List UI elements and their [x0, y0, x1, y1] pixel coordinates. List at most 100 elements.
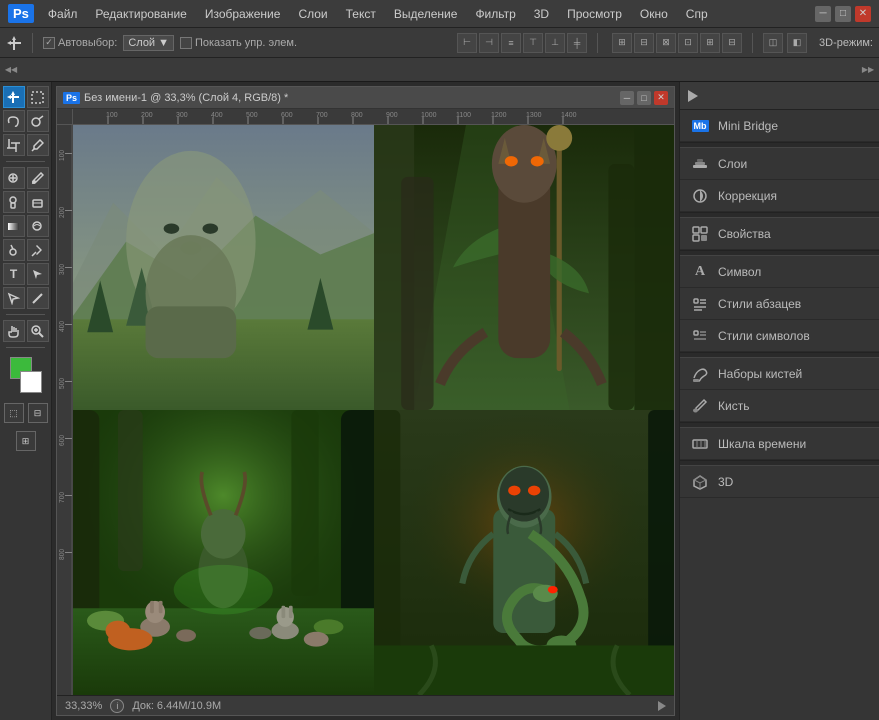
play-button[interactable] [658, 701, 666, 711]
menu-image[interactable]: Изображение [197, 4, 289, 24]
background-color[interactable] [20, 371, 42, 393]
minimize-button[interactable]: ─ [815, 6, 831, 22]
brush-label: Кисть [718, 399, 749, 413]
show-controls-checkbox[interactable] [180, 37, 192, 49]
dist-icon3[interactable]: ⊠ [656, 33, 676, 53]
dist-icon2[interactable]: ⊟ [634, 33, 654, 53]
doc-maximize-button[interactable]: □ [637, 91, 651, 105]
vertical-ruler-svg: 100 200 300 400 500 600 700 [57, 125, 73, 695]
extra-modes: ⬚ ⊟ [2, 399, 49, 423]
blur-tool[interactable] [27, 215, 49, 237]
status-info-icon[interactable]: i [110, 699, 124, 713]
zoom-tool[interactable] [27, 320, 49, 342]
panel-item-paragraph-styles[interactable]: Стили абзацев [680, 288, 879, 320]
eyedropper-tool[interactable] [27, 134, 49, 156]
panel-item-3d[interactable]: 3D [680, 466, 879, 498]
panel-item-properties[interactable]: Свойства [680, 218, 879, 250]
transform-icons: ⊢ ⊣ ≡ ⊤ ⊥ ╪ [457, 33, 587, 53]
align-center-icon[interactable]: ⊣ [479, 33, 499, 53]
close-button[interactable]: ✕ [855, 6, 871, 22]
dist-icon4[interactable]: ⊡ [678, 33, 698, 53]
menu-view[interactable]: Просмотр [559, 4, 630, 24]
title-bar: Ps Файл Редактирование Изображение Слои … [0, 0, 879, 28]
autoselect-checkbox[interactable]: ✓ [43, 37, 55, 49]
align-top-icon[interactable]: ⊤ [523, 33, 543, 53]
tree-creature-svg [374, 125, 675, 410]
quick-mask-icon[interactable]: ⬚ [4, 403, 24, 423]
mountain-giant-svg [73, 125, 374, 410]
menu-select[interactable]: Выделение [386, 4, 466, 24]
brush-presets-icon [690, 364, 710, 384]
panel-play-button[interactable] [688, 90, 698, 102]
divider2 [597, 33, 598, 53]
line-tool[interactable] [27, 287, 49, 309]
type-tool[interactable]: T [3, 263, 25, 285]
menu-text[interactable]: Текст [338, 4, 384, 24]
options-bar: ✓ Автовыбор: Слой ▼ Показать упр. элем. … [0, 28, 879, 58]
svg-text:500: 500 [59, 378, 66, 389]
ruler-row: 1002003004005006007008009001000110012001… [57, 109, 674, 125]
menu-help[interactable]: Спр [678, 4, 716, 24]
doc-minimize-button[interactable]: ─ [620, 91, 634, 105]
panel-item-symbol[interactable]: A Символ [680, 256, 879, 288]
panel-item-timeline[interactable]: Шкала времени [680, 428, 879, 460]
dist-icon5[interactable]: ⊞ [700, 33, 720, 53]
align-bottom-icon[interactable]: ╪ [567, 33, 587, 53]
dist-icon1[interactable]: ⊞ [612, 33, 632, 53]
3d-icon1[interactable]: ◫ [763, 33, 783, 53]
document-controls: ─ □ ✕ [620, 91, 668, 105]
svg-text:700: 700 [316, 112, 328, 119]
align-right-icon[interactable]: ≡ [501, 33, 521, 53]
menu-edit[interactable]: Редактирование [87, 4, 194, 24]
extra-mode-icon[interactable]: ⊞ [16, 431, 36, 451]
align-left-icon[interactable]: ⊢ [457, 33, 477, 53]
panel-item-correction[interactable]: Коррекция [680, 180, 879, 212]
left-toolbar: T [0, 82, 52, 720]
tool-row-1 [2, 86, 49, 108]
tool-row-2 [2, 110, 49, 132]
eraser-tool[interactable] [27, 191, 49, 213]
move-tool[interactable] [3, 86, 25, 108]
collapse-left-icon[interactable]: ◀◀ [6, 62, 16, 78]
collapse-right-icon[interactable]: ▶▶ [863, 62, 873, 78]
layer-dropdown[interactable]: Слой ▼ [123, 35, 174, 51]
svg-text:200: 200 [59, 207, 66, 218]
menu-file[interactable]: Файл [40, 4, 86, 24]
screen-mode-icon[interactable]: ⊟ [28, 403, 48, 423]
doc-ps-icon: Ps [63, 92, 80, 104]
vertical-ruler: 100 200 300 400 500 600 700 [57, 125, 73, 695]
direct-select-tool[interactable] [3, 287, 25, 309]
menu-filter[interactable]: Фильтр [467, 4, 523, 24]
gradient-tool[interactable] [3, 215, 25, 237]
doc-close-button[interactable]: ✕ [654, 91, 668, 105]
autoselect-label: Автовыбор: [58, 37, 117, 49]
menu-window[interactable]: Окно [632, 4, 676, 24]
menu-3d[interactable]: 3D [526, 4, 557, 24]
dodge-tool[interactable] [3, 239, 25, 261]
panel-item-brush[interactable]: Кисть [680, 390, 879, 422]
path-select-tool[interactable] [27, 263, 49, 285]
move-tool-icon [6, 35, 22, 51]
marquee-tool[interactable] [27, 86, 49, 108]
document-window: Ps Без имени-1 @ 33,3% (Слой 4, RGB/8) *… [56, 86, 675, 716]
maximize-button[interactable]: □ [835, 6, 851, 22]
menu-layers[interactable]: Слои [290, 4, 335, 24]
hand-tool[interactable] [3, 320, 25, 342]
image-bottom-left [73, 410, 374, 695]
paragraph-styles-icon [690, 294, 710, 314]
quick-select-tool[interactable] [27, 110, 49, 132]
lasso-tool[interactable] [3, 110, 25, 132]
tool-row-9 [2, 287, 49, 309]
crop-tool[interactable] [3, 134, 25, 156]
brush-tool[interactable] [27, 167, 49, 189]
pen-tool[interactable] [27, 239, 49, 261]
3d-icon2[interactable]: ◧ [787, 33, 807, 53]
clone-tool[interactable] [3, 191, 25, 213]
panel-item-layers[interactable]: Слои [680, 148, 879, 180]
panel-item-mini-bridge[interactable]: Mb Mini Bridge [680, 110, 879, 142]
panel-item-char-styles[interactable]: Стили символов [680, 320, 879, 352]
dist-icon6[interactable]: ⊟ [722, 33, 742, 53]
align-mid-icon[interactable]: ⊥ [545, 33, 565, 53]
healing-tool[interactable] [3, 167, 25, 189]
panel-item-brush-presets[interactable]: Наборы кистей [680, 358, 879, 390]
